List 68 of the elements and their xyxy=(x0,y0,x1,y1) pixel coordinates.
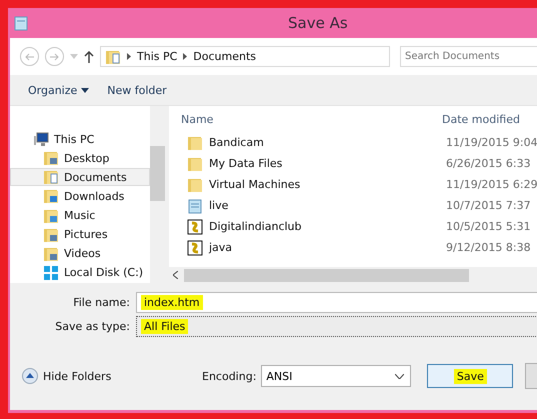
save-type-value: All Files xyxy=(141,319,188,334)
folder-icon xyxy=(43,169,59,186)
chevron-icon xyxy=(183,53,188,60)
horizontal-scrollbar[interactable] xyxy=(169,267,537,283)
file-name[interactable]: Bandicam xyxy=(209,136,264,149)
nav-item[interactable]: Documents xyxy=(10,168,150,186)
save-type-label: Save as type: xyxy=(54,320,131,333)
forward-button[interactable] xyxy=(45,47,64,66)
date-modified: 10/7/2015 7:37 xyxy=(445,199,531,212)
organize-button[interactable]: Organize xyxy=(28,84,90,96)
file-name[interactable]: My Data Files xyxy=(209,157,282,170)
scroll-left-icon[interactable] xyxy=(173,271,178,279)
nav-item[interactable]: Pictures xyxy=(10,226,150,244)
date-modified: 6/26/2015 6:33 xyxy=(445,157,531,170)
chevron-down-icon xyxy=(395,374,404,378)
file-name[interactable]: Virtual Machines xyxy=(209,178,300,191)
folder-icon xyxy=(43,246,59,262)
save-button[interactable]: Save xyxy=(427,364,514,388)
nav-item[interactable]: This PC xyxy=(10,130,150,148)
file-name-value: index.htm xyxy=(141,295,203,310)
notepad-icon xyxy=(187,198,203,214)
nav-item[interactable]: Music xyxy=(10,206,150,225)
folder-icon xyxy=(187,134,203,150)
chevron-icon xyxy=(127,53,131,60)
back-arrow-icon xyxy=(25,52,34,60)
encoding-label: Encoding: xyxy=(202,370,256,382)
new-folder-button[interactable]: New folder xyxy=(107,84,167,96)
script-file-icon xyxy=(187,240,203,256)
folder-icon xyxy=(187,156,203,172)
folder-icon xyxy=(43,150,59,166)
date-modified: 10/5/2015 5:31 xyxy=(445,220,531,233)
breadcrumb[interactable]: This PC xyxy=(137,50,178,63)
folder-icon xyxy=(43,208,59,224)
column-header[interactable]: Name xyxy=(169,112,430,126)
breadcrumb[interactable]: Documents xyxy=(193,50,256,63)
nav-item[interactable]: Videos xyxy=(10,244,150,263)
up-arrow-icon[interactable] xyxy=(84,50,94,62)
save-type-dropdown[interactable]: All Files xyxy=(136,316,537,337)
caret-icon[interactable] xyxy=(70,54,78,59)
nav-item[interactable]: Downloads xyxy=(10,187,150,206)
folder-icon xyxy=(187,176,203,192)
column-header[interactable]: Date modified xyxy=(430,112,537,126)
back-button[interactable] xyxy=(20,47,39,66)
script-file-icon xyxy=(187,218,203,234)
folder-icon xyxy=(43,264,59,281)
window-title: Save As xyxy=(288,14,348,32)
file-name[interactable]: Digitalindianclub xyxy=(209,220,302,233)
nav-item[interactable]: Local Disk (C:) xyxy=(10,264,150,282)
file-name-field[interactable]: index.htm xyxy=(136,292,537,313)
encoding-dropdown[interactable]: ANSI xyxy=(261,365,412,387)
forward-arrow-icon xyxy=(50,52,59,60)
file-name-label: File name: xyxy=(72,296,131,309)
computer-icon xyxy=(33,131,49,148)
folder-icon xyxy=(43,188,59,204)
date-modified: 9/12/2015 8:38 xyxy=(445,241,531,254)
folder-icon xyxy=(43,226,59,243)
notepad-icon xyxy=(14,15,28,31)
hide-folders-button[interactable]: Hide Folders xyxy=(22,368,202,384)
address-bar[interactable]: This PC Documents xyxy=(100,46,390,67)
date-modified: 11/19/2015 6:29 xyxy=(445,178,537,191)
file-name[interactable]: live xyxy=(209,199,228,212)
caret-icon xyxy=(81,88,90,92)
folder-icon xyxy=(105,48,121,64)
nav-item[interactable]: Desktop xyxy=(10,149,150,168)
file-name[interactable]: java xyxy=(209,241,232,254)
search-field[interactable]: Search Documents xyxy=(400,46,537,67)
date-modified: 11/19/2015 9:04 xyxy=(445,136,537,149)
collapse-icon xyxy=(22,368,38,384)
